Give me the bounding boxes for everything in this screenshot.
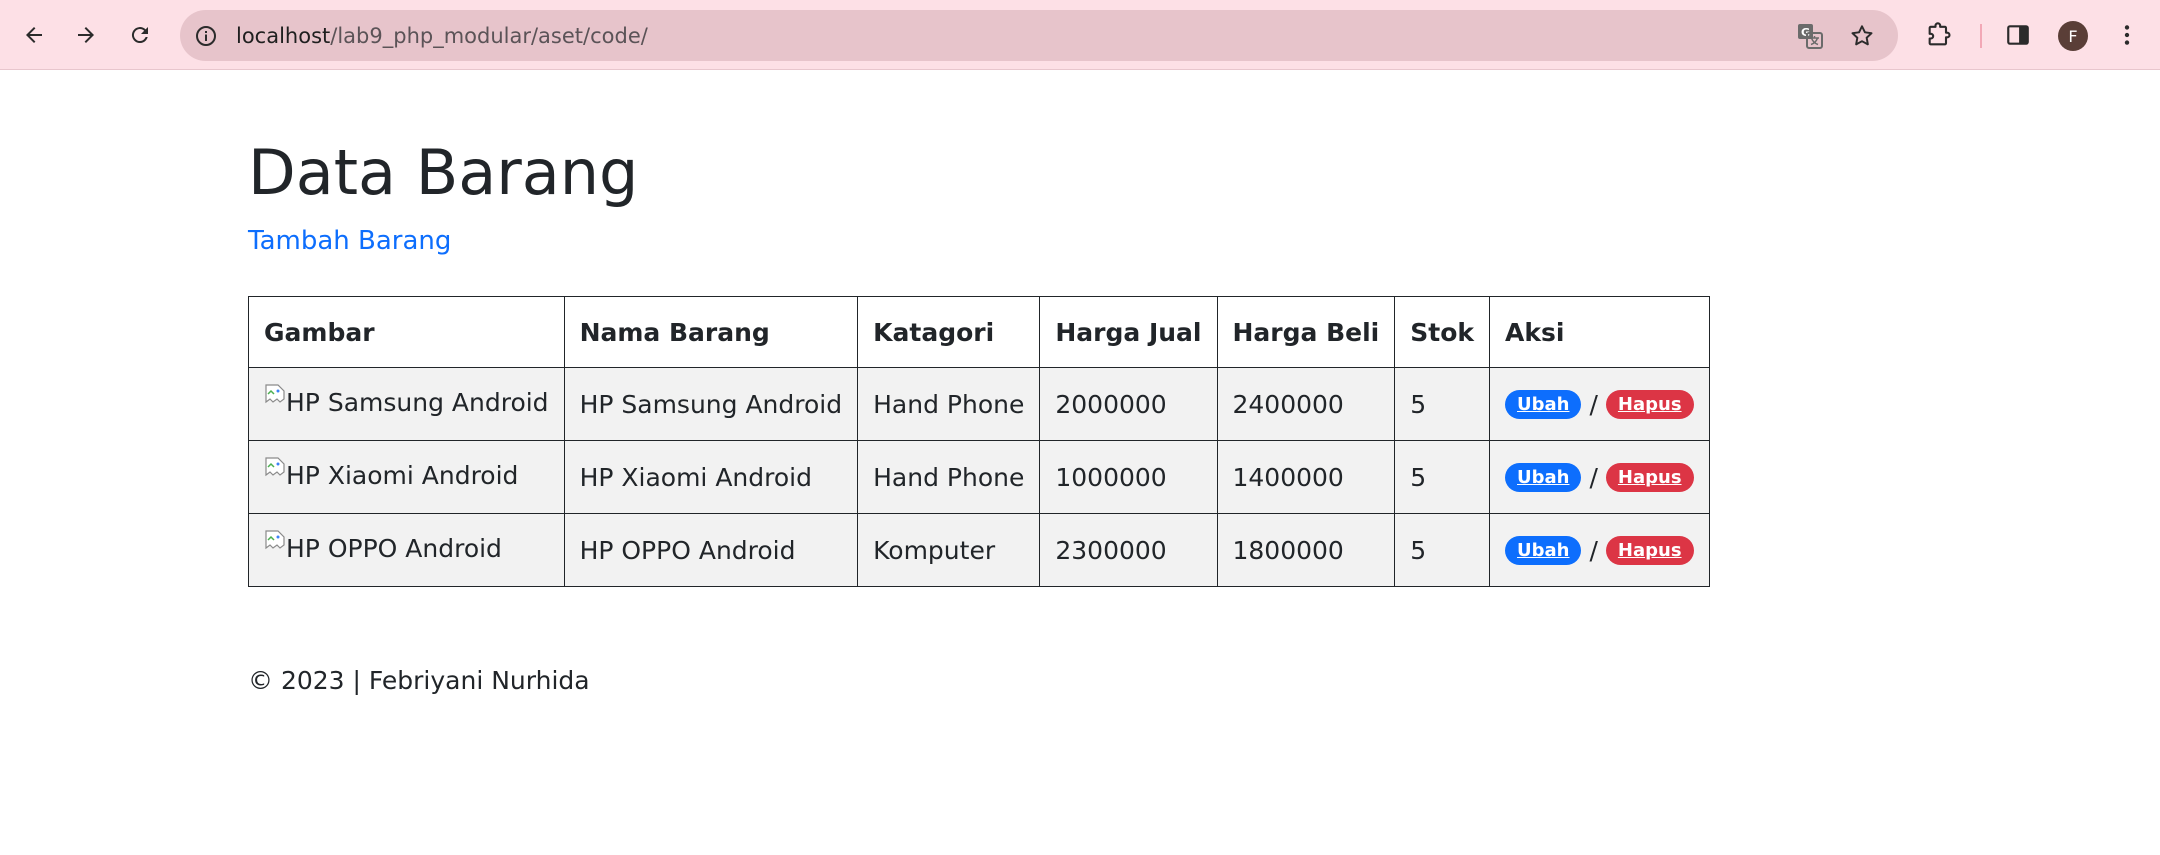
extensions-button[interactable]: [1921, 17, 1957, 53]
site-info-button[interactable]: [192, 22, 220, 50]
table-row: HP Xiaomi Android HP Xiaomi Android Hand…: [248, 440, 1710, 514]
cell-harga-jual: 1000000: [1039, 440, 1218, 514]
cell-nama-barang: HP Xiaomi Android: [563, 440, 859, 514]
forward-button[interactable]: [66, 15, 106, 55]
image-alt-text: HP Samsung Android: [286, 387, 549, 417]
chrome-menu-button[interactable]: [2109, 17, 2145, 53]
cell-kategori: Hand Phone: [857, 367, 1041, 441]
table-header-row: Gambar Nama Barang Katagori Harga Jual H…: [248, 296, 1710, 368]
cell-nama-barang: HP OPPO Android: [563, 513, 859, 587]
bookmark-star-icon: [1851, 25, 1873, 46]
cell-aksi: Ubah / Hapus: [1489, 513, 1710, 587]
page-title: Data Barang: [248, 136, 639, 209]
extensions-icon: [1928, 22, 1951, 46]
cell-stok: 5: [1394, 440, 1491, 514]
header-katagori: Katagori: [857, 296, 1041, 368]
back-button[interactable]: [14, 15, 54, 55]
url-host: localhost: [236, 23, 331, 48]
url-text[interactable]: localhost/lab9_php_modular/aset/code/: [236, 24, 648, 48]
header-stok: Stok: [1394, 296, 1491, 368]
site-info-icon: [196, 25, 216, 46]
edit-button[interactable]: Ubah: [1505, 389, 1582, 420]
items-table: Gambar Nama Barang Katagori Harga Jual H…: [248, 296, 1710, 587]
item-image: HP Samsung Android: [264, 384, 549, 417]
cell-aksi: Ubah / Hapus: [1489, 440, 1710, 514]
action-separator: /: [1589, 536, 1598, 566]
cell-harga-beli: 1800000: [1216, 513, 1396, 587]
forward-icon: [78, 27, 94, 43]
broken-image-icon: [264, 457, 286, 481]
side-panel-icon: [2007, 25, 2029, 45]
item-image: HP Xiaomi Android: [264, 457, 519, 490]
translate-icon: G: [1798, 24, 1823, 49]
header-harga-jual: Harga Jual: [1039, 296, 1218, 368]
cell-aksi: Ubah / Hapus: [1489, 367, 1710, 441]
profile-avatar[interactable]: F: [2058, 21, 2088, 51]
table-row: HP OPPO Android HP OPPO Android Komputer…: [248, 513, 1710, 587]
edit-button[interactable]: Ubah: [1505, 462, 1582, 493]
cell-kategori: Hand Phone: [857, 440, 1041, 514]
cell-harga-jual: 2300000: [1039, 513, 1218, 587]
address-bar[interactable]: localhost/lab9_php_modular/aset/code/ G: [180, 10, 1898, 61]
cell-kategori: Komputer: [857, 513, 1041, 587]
reload-icon: [131, 27, 148, 44]
cell-gambar: HP OPPO Android: [248, 513, 565, 587]
image-alt-text: HP Xiaomi Android: [286, 460, 519, 490]
browser-toolbar: localhost/lab9_php_modular/aset/code/ G …: [0, 0, 2160, 70]
side-panel-button[interactable]: [2000, 17, 2036, 53]
cell-nama-barang: HP Samsung Android: [563, 367, 859, 441]
image-alt-text: HP OPPO Android: [286, 533, 502, 563]
cell-harga-beli: 1400000: [1216, 440, 1396, 514]
delete-button[interactable]: Hapus: [1605, 389, 1694, 420]
add-item-link[interactable]: Tambah Barang: [248, 226, 451, 256]
header-nama-barang: Nama Barang: [563, 296, 859, 368]
back-icon: [26, 27, 42, 43]
action-separator: /: [1589, 390, 1598, 420]
cell-gambar: HP Xiaomi Android: [248, 440, 565, 514]
item-image: HP OPPO Android: [264, 530, 502, 563]
action-separator: /: [1589, 463, 1598, 493]
cell-stok: 5: [1394, 513, 1491, 587]
edit-button[interactable]: Ubah: [1505, 535, 1582, 566]
reload-button[interactable]: [120, 15, 160, 55]
cell-gambar: HP Samsung Android: [248, 367, 565, 441]
table-row: HP Samsung Android HP Samsung Android Ha…: [248, 367, 1710, 441]
delete-button[interactable]: Hapus: [1605, 535, 1694, 566]
broken-image-icon: [264, 530, 286, 554]
page-footer: © 2023 | Febriyani Nurhida: [248, 666, 590, 695]
cell-stok: 5: [1394, 367, 1491, 441]
menu-dots-icon: [2124, 25, 2130, 45]
cell-harga-beli: 2400000: [1216, 367, 1396, 441]
toolbar-separator: [1980, 24, 1982, 48]
header-harga-beli: Harga Beli: [1216, 296, 1396, 368]
header-aksi: Aksi: [1489, 296, 1710, 368]
url-path: /lab9_php_modular/aset/code/: [330, 23, 648, 48]
bookmark-button[interactable]: [1847, 21, 1877, 51]
translate-button[interactable]: G: [1795, 21, 1825, 51]
cell-harga-jual: 2000000: [1039, 367, 1218, 441]
broken-image-icon: [264, 384, 286, 408]
delete-button[interactable]: Hapus: [1605, 462, 1694, 493]
header-gambar: Gambar: [248, 296, 565, 368]
